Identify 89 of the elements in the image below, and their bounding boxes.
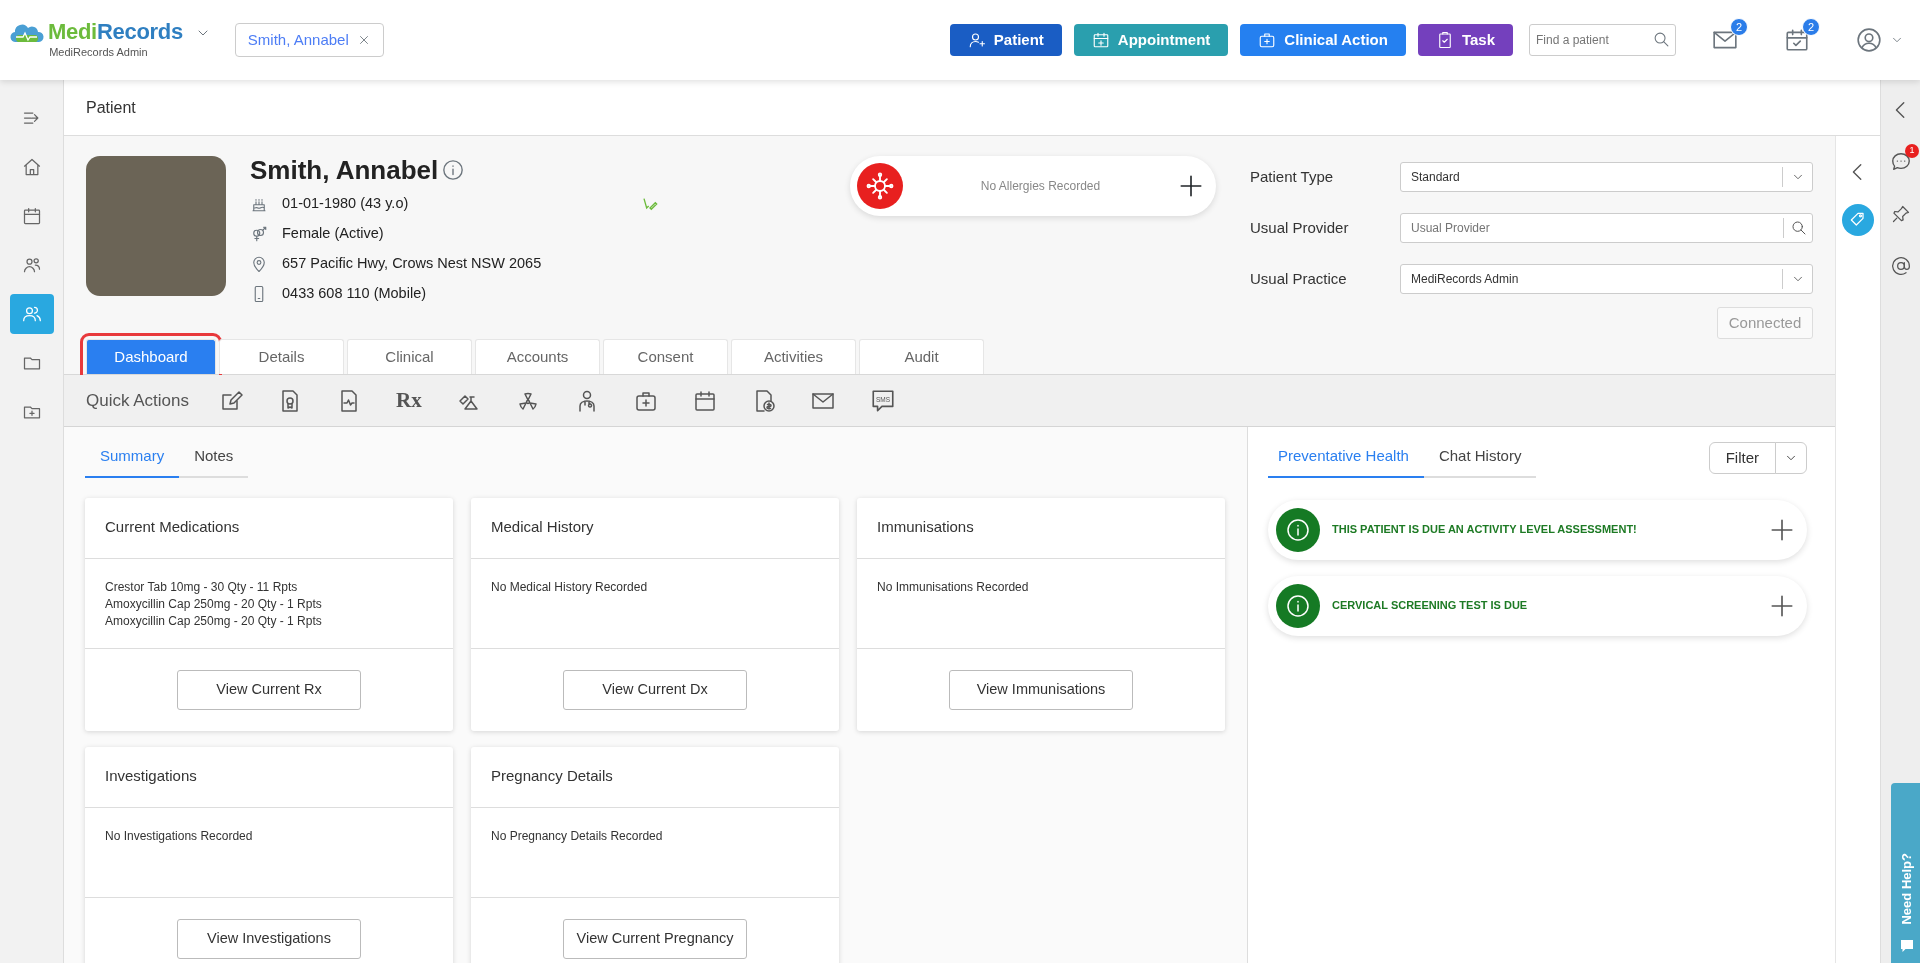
add-allergy-button[interactable] <box>1178 173 1204 199</box>
search-field[interactable]: Find a patient <box>1529 24 1676 56</box>
filter-button[interactable]: Filter <box>1708 442 1776 475</box>
tab[interactable]: Chat History <box>1423 439 1537 478</box>
notification-badge: 2 <box>1802 18 1820 36</box>
tab[interactable]: Summary <box>85 439 180 478</box>
patient-tab-chip[interactable]: Smith, Annabel <box>234 22 384 58</box>
section-title: Quick Actions <box>86 389 189 412</box>
provider-search-field[interactable]: Usual Provider <box>1400 213 1813 243</box>
quick-action-button[interactable] <box>692 388 717 413</box>
alert-text: THIS PATIENT IS DUE AN ACTIVITY LEVEL ASSESSMENT! <box>1332 522 1638 538</box>
search-icon <box>1790 220 1807 236</box>
user-avatar-icon <box>1856 27 1882 53</box>
user-plus-icon <box>967 31 986 49</box>
card-title: Immunisations <box>857 497 1225 559</box>
field-label: Patient Type <box>1250 166 1335 187</box>
patient-chip-label[interactable]: Smith, Annabel <box>247 28 349 52</box>
sidebar-item[interactable] <box>9 294 54 334</box>
card-text: No Pregnancy Details Recorded <box>491 827 664 845</box>
info-icon <box>1286 517 1310 542</box>
calendar-icon <box>692 388 717 413</box>
location-pin-icon <box>250 254 268 273</box>
mail-button[interactable]: 2 <box>1712 18 1748 53</box>
chat-icon <box>1890 151 1912 173</box>
tab[interactable]: Accounts <box>475 339 600 374</box>
phone-number: 0433 608 110 (Mobile) <box>282 283 427 303</box>
user-menu-button[interactable] <box>1856 27 1904 53</box>
quick-action-button[interactable]: Rx <box>396 390 422 411</box>
alert-text: CERVICAL SCREENING TEST IS DUE <box>1332 598 1529 614</box>
pin-icon <box>1891 204 1911 224</box>
medical-kit-icon <box>1258 31 1277 49</box>
chat-button[interactable]: 1 <box>1881 142 1920 182</box>
allergies-status: No Allergies Recorded <box>979 178 1102 195</box>
calendar-check-icon <box>1784 27 1810 53</box>
card-title: Current Medications <box>85 497 453 559</box>
allergy-icon <box>865 171 895 201</box>
search-icon <box>1653 31 1670 48</box>
view-button[interactable]: View Current Dx <box>563 669 747 710</box>
tasks-button[interactable]: 2 <box>1784 18 1820 53</box>
gender-icon <box>250 224 268 243</box>
tab[interactable]: Clinical <box>347 339 472 374</box>
select-field[interactable]: Standard <box>1400 162 1813 192</box>
home-icon <box>21 157 42 177</box>
address: 657 Pacific Hwy, Crows Nest NSW 2065 <box>282 253 542 273</box>
card-title: Medical History <box>471 497 839 559</box>
edit-icon <box>219 388 243 413</box>
card-title: Investigations <box>85 746 453 808</box>
action-button[interactable]: Clinical Action <box>1240 24 1406 56</box>
view-button[interactable]: View Investigations <box>177 918 361 959</box>
tab[interactable]: Notes <box>179 439 249 478</box>
organisation-name: MediRecords Admin <box>49 44 148 60</box>
plus-icon <box>1178 173 1204 199</box>
tab[interactable]: Consent <box>603 339 728 374</box>
people-icon <box>21 304 42 324</box>
card-text: Amoxycillin Cap 250mg - 20 Qty - 1 Rpts <box>105 595 323 613</box>
notification-badge: 2 <box>1730 18 1748 36</box>
view-button[interactable]: View Current Pregnancy <box>563 918 747 959</box>
card-text: No Immunisations Recorded <box>877 578 1030 596</box>
tab[interactable]: Details <box>219 339 344 374</box>
card-text: Crestor Tab 10mg - 30 Qty - 11 Rpts <box>105 578 299 596</box>
date-of-birth: 01-01-1980 (43 y.o) <box>282 193 409 213</box>
field-label: Usual Practice <box>1250 268 1348 289</box>
notification-badge: 1 <box>1905 144 1919 158</box>
card-text: No Investigations Recorded <box>105 827 254 845</box>
tab[interactable]: Preventative Health <box>1268 439 1424 478</box>
card-text: Amoxycillin Cap 250mg - 20 Qty - 1 Rpts <box>105 612 323 630</box>
field-label: Usual Provider <box>1250 217 1350 238</box>
action-button[interactable]: Patient <box>949 24 1062 56</box>
patient-name: Smith, Annabel <box>250 156 439 185</box>
view-button[interactable]: View Immunisations <box>949 669 1133 710</box>
select-field[interactable]: MediRecords Admin <box>1400 264 1813 294</box>
info-icon <box>442 159 465 182</box>
tag-button[interactable] <box>1842 204 1874 236</box>
tab[interactable]: Activities <box>731 339 856 374</box>
logo-text: MediRecords <box>48 20 183 43</box>
info-icon <box>1286 593 1310 618</box>
users-icon <box>21 255 42 275</box>
calendar-icon <box>21 206 42 226</box>
card-text: No Medical History Recorded <box>491 578 649 596</box>
action-button[interactable]: Appointment <box>1073 24 1229 56</box>
action-button[interactable]: Task <box>1417 24 1513 56</box>
at-sign-icon <box>1891 256 1911 276</box>
view-button[interactable]: View Current Rx <box>177 669 361 710</box>
page-title: Patient <box>64 80 1880 136</box>
gender-status: Female (Active) <box>282 223 384 243</box>
quick-action-button[interactable] <box>219 388 243 413</box>
calendar-plus-icon <box>1091 31 1110 49</box>
card-title: Pregnancy Details <box>471 746 839 808</box>
tab[interactable]: Audit <box>859 339 984 374</box>
